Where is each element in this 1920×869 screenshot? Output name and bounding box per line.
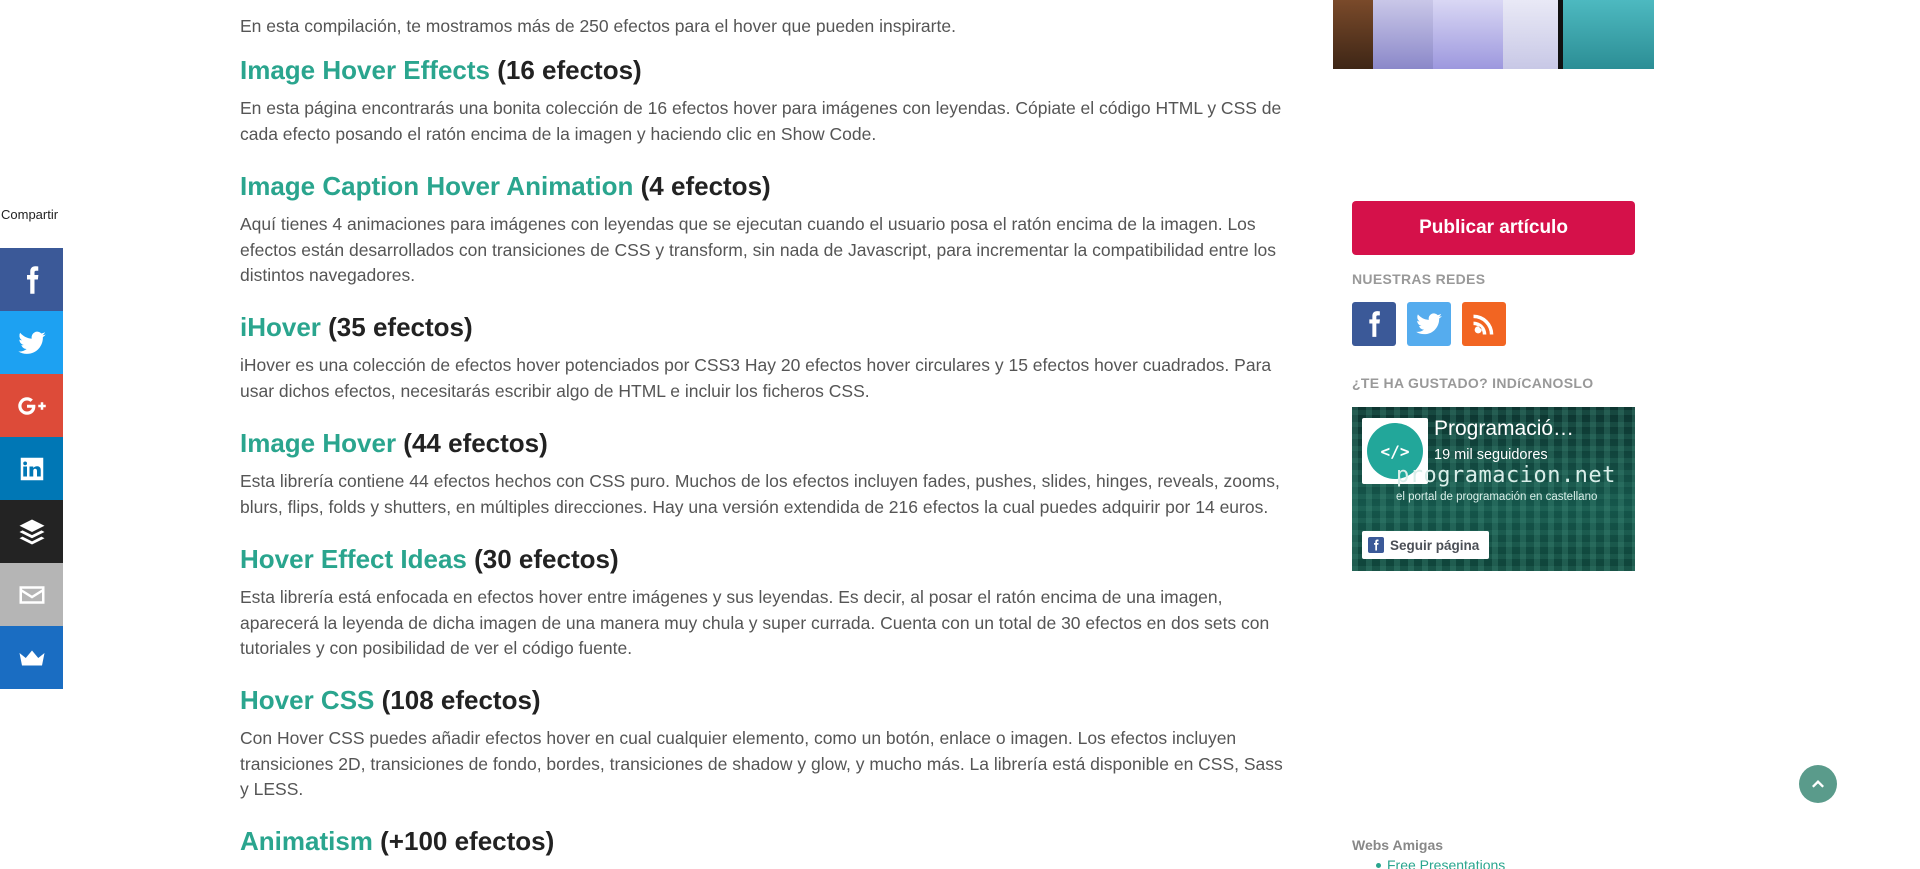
buffer-icon [19,519,44,544]
section-heading: Hover CSS (108 efectos) [240,684,1290,716]
section-heading: Hover Effect Ideas (30 efectos) [240,543,1290,575]
follow-label: Seguir página [1390,537,1480,553]
section-heading: Animatism (+100 efectos) [240,825,1290,857]
social-networks [1352,302,1506,346]
follower-count: 19 mil seguidores [1434,447,1548,463]
friends-title: Webs Amigas [1352,837,1444,853]
facebook-icon [26,265,38,294]
section-link[interactable]: Hover CSS [240,685,374,715]
section-count: (44 efectos) [396,428,548,458]
section-heading: Image Hover Effects (16 efectos) [240,54,1290,86]
liked-label: ¿TE HA GUSTADO? INDíCANOSLO [1352,375,1594,391]
section-description: Esta librería está enfocada en efectos h… [240,587,1270,658]
share-twitter-button[interactable] [0,311,63,374]
section-link[interactable]: Animatism [240,826,373,856]
section-link[interactable]: Image Caption Hover Animation [240,171,633,201]
section-count: (108 efectos) [374,685,541,715]
section-description: En esta página encontrarás una bonita co… [240,98,1282,144]
section-description: iHover es una colección de efectos hover… [240,355,1272,401]
section-ihover: iHover (35 efectos) iHover es una colecc… [240,311,1290,404]
intro-text: En esta compilación, te mostramos más de… [240,16,956,36]
section-hover-effect-ideas: Hover Effect Ideas (30 efectos) Esta lib… [240,543,1290,662]
section-count: (30 efectos) [466,544,619,574]
section-description: Esta librería contiene 44 efectos hechos… [240,471,1280,517]
section-heading: iHover (35 efectos) [240,311,1290,343]
twitter-icon [1416,313,1442,335]
facebook-icon [1368,537,1384,553]
share-sumome-button[interactable] [0,626,63,689]
google-plus-icon [17,396,46,415]
share-facebook-button[interactable] [0,248,63,311]
section-image-caption-hover-animation: Image Caption Hover Animation (4 efectos… [240,170,1290,289]
section-heading: Image Caption Hover Animation (4 efectos… [240,170,1290,202]
section-heading: Image Hover (44 efectos) [240,427,1290,459]
email-icon [19,585,44,604]
share-label: Compartir [1,207,59,222]
section-description: Con Hover CSS puedes añadir efectos hove… [240,728,1283,799]
twitter-link[interactable] [1407,302,1451,346]
share-linkedin-button[interactable] [0,437,63,500]
facebook-icon [1369,311,1380,337]
section-link[interactable]: Image Hover [240,428,396,458]
linkedin-icon [20,457,43,480]
section-hover-css: Hover CSS (108 efectos) Con Hover CSS pu… [240,684,1290,803]
scroll-to-top-button[interactable] [1799,765,1837,803]
twitter-icon [17,331,46,354]
section-count: (+100 efectos) [372,826,555,856]
section-animatism: Animatism (+100 efectos) [240,825,1290,857]
share-buffer-button[interactable] [0,500,63,563]
rss-link[interactable] [1462,302,1506,346]
facebook-link[interactable] [1352,302,1396,346]
section-image-hover: Image Hover (44 efectos) Esta librería c… [240,427,1290,520]
section-description: Aquí tienes 4 animaciones para imágenes … [240,214,1276,285]
follow-page-button[interactable]: Seguir página [1362,531,1490,559]
publish-article-button[interactable]: Publicar artículo [1352,201,1635,255]
crown-icon [19,650,44,665]
section-count: (4 efectos) [633,171,771,201]
share-bar [0,248,63,689]
promo-image[interactable] [1333,0,1654,69]
section-link[interactable]: Image Hover Effects [240,55,490,85]
section-count: (16 efectos) [489,55,642,85]
section-image-hover-effects: Image Hover Effects (16 efectos) En esta… [240,54,1290,147]
rss-icon [1473,314,1494,335]
chevron-up-icon [1812,780,1824,788]
cover-site-name: programacion.net [1396,463,1616,488]
section-link[interactable]: Hover Effect Ideas [240,544,467,574]
cover-tagline: el portal de programación en castellano [1396,491,1598,503]
share-google-plus-button[interactable] [0,374,63,437]
facebook-page-widget[interactable]: </> Programació… 19 mil seguidores progr… [1352,407,1635,571]
friends-list: Free Presentations [1375,857,1505,869]
networks-label: NUESTRAS REDES [1352,271,1486,287]
share-email-button[interactable] [0,563,63,626]
page-name[interactable]: Programació… [1434,417,1574,441]
section-link[interactable]: iHover [240,312,321,342]
friend-link[interactable]: Free Presentations [1375,857,1505,869]
section-count: (35 efectos) [320,312,473,342]
